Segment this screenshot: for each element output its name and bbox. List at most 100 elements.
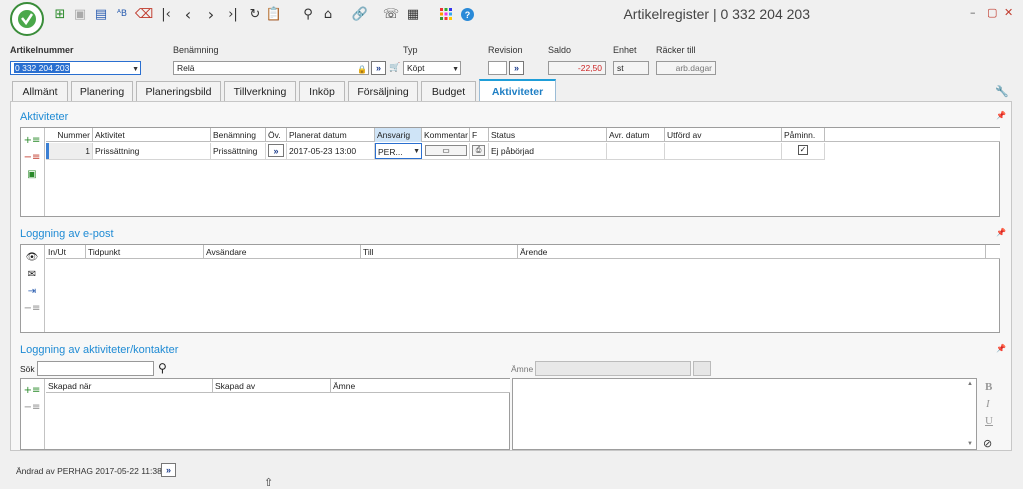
revision-field[interactable] (488, 61, 507, 75)
tab-forsaljning[interactable]: Försäljning (348, 81, 418, 101)
close-icon[interactable]: ✕ (1004, 6, 1013, 19)
tab-aktiviteter[interactable]: Aktiviteter (479, 79, 556, 102)
add-row-icon[interactable]: +≡ (24, 134, 41, 146)
col-amne[interactable]: Ämne (331, 379, 509, 393)
save-icon[interactable]: ▣ (72, 6, 88, 22)
add-row-icon[interactable]: +≡ (24, 384, 41, 396)
underline-button[interactable]: U (985, 415, 993, 427)
attachment-icon[interactable]: ⎙ (472, 145, 485, 156)
phone-icon[interactable]: ☏ (383, 6, 399, 22)
refresh-icon[interactable]: ↻ (247, 6, 263, 22)
col-aktivitet[interactable]: Aktivitet (93, 128, 211, 142)
next-icon[interactable]: › (203, 5, 219, 24)
col-ansvarig[interactable]: Ansvarig (375, 128, 422, 142)
col-avr-datum[interactable]: Avr. datum (607, 128, 665, 142)
maximize-icon[interactable]: ▢ (987, 6, 997, 19)
tab-budget[interactable]: Budget (421, 81, 476, 101)
remove-row-icon[interactable]: −≡ (24, 302, 41, 314)
pin-icon[interactable]: 📌 (996, 111, 1006, 120)
tab-inkop[interactable]: Inköp (299, 81, 345, 101)
col-planerat-datum[interactable]: Planerat datum (287, 128, 375, 142)
add-icon[interactable]: ⊞ (52, 6, 68, 22)
remove-row-icon[interactable]: −≡ (24, 151, 41, 163)
col-f[interactable]: F (470, 128, 489, 142)
col-avsandare[interactable]: Avsändare (204, 245, 361, 259)
amne-button[interactable] (693, 361, 711, 376)
first-record-icon[interactable]: |‹ (158, 6, 174, 22)
scroll-up-icon[interactable]: ▲ (967, 381, 973, 387)
col-in-ut[interactable]: In/Ut (46, 245, 86, 259)
paminn-checkbox[interactable]: ✓ (798, 145, 808, 155)
remove-row-icon[interactable]: −≡ (24, 401, 41, 413)
col-nummer[interactable]: Nummer (46, 128, 93, 142)
last-record-icon[interactable]: ›| (225, 6, 241, 22)
search-icon[interactable]: ⚲ (158, 361, 167, 375)
link-icon[interactable]: 🔗 (352, 6, 368, 22)
col-ov[interactable]: Öv. (266, 128, 287, 142)
col-skapad-av[interactable]: Skapad av (213, 379, 331, 393)
goto-button[interactable]: » (268, 144, 284, 157)
tab-planering[interactable]: Planering (71, 81, 133, 101)
tab-tillverkning[interactable]: Tillverkning (224, 81, 296, 101)
previous-icon[interactable]: ‹ (180, 5, 196, 24)
help-icon[interactable]: ? (459, 6, 475, 22)
benamning-field[interactable]: Relä 🔒 (173, 61, 369, 75)
save-as-icon[interactable]: ▤ (93, 6, 109, 22)
col-kommentar[interactable]: Kommentar (422, 128, 470, 142)
revision-goto-button[interactable]: » (509, 61, 524, 75)
cell-ov: » (266, 143, 287, 159)
minimize-icon[interactable]: – (970, 6, 976, 19)
racker-till-value: arb.dagar (656, 61, 716, 75)
kontakter-text-area[interactable]: ▲ ▼ (512, 378, 977, 450)
wrench-icon[interactable]: 🔧 (995, 85, 1009, 98)
col-paminn[interactable]: Påminn. (782, 128, 825, 142)
envelope-icon[interactable]: ✉ (25, 268, 39, 280)
amne-input[interactable] (535, 361, 691, 376)
col-tidpunkt[interactable]: Tidpunkt (86, 245, 204, 259)
chevron-down-icon[interactable]: ▼ (132, 64, 139, 74)
grid-menu-icon[interactable] (438, 6, 454, 22)
tab-planeringsbild[interactable]: Planeringsbild (136, 81, 221, 101)
chevron-down-icon[interactable]: ▼ (452, 64, 459, 74)
benamning-label: Benämning (173, 45, 219, 55)
eye-icon[interactable]: 👁 (25, 251, 39, 263)
cell-benamning[interactable]: Prissättning (211, 143, 266, 159)
home-icon[interactable]: ⌂ (320, 6, 336, 22)
col-benamning[interactable]: Benämning (211, 128, 266, 142)
kontakter-list-panel: +≡ −≡ Skapad när Skapad av Ämne (20, 378, 510, 450)
typ-select[interactable]: Köpt ▼ (403, 61, 461, 75)
bold-button[interactable]: B (985, 381, 992, 393)
col-status[interactable]: Status (489, 128, 607, 142)
search-icon[interactable]: ⚲ (300, 6, 316, 22)
clipboard-check-icon[interactable]: ▣ (25, 168, 39, 180)
cell-utford-av[interactable] (665, 143, 782, 159)
col-skapad-nar[interactable]: Skapad när (46, 379, 213, 393)
col-till[interactable]: Till (361, 245, 518, 259)
changed-by-goto-button[interactable]: » (161, 463, 176, 477)
cell-status[interactable]: Ej påbörjad (489, 143, 607, 159)
spellcheck-icon[interactable]: ᴬB (114, 6, 130, 22)
cell-planerat-datum[interactable]: 2017-05-23 13:00 (287, 143, 375, 159)
benamning-goto-button[interactable]: » (371, 61, 386, 75)
report-icon[interactable]: ▦ (405, 6, 421, 22)
import-icon[interactable]: ⇥ (25, 285, 39, 297)
scroll-down-icon[interactable]: ▼ (967, 441, 973, 447)
comment-icon[interactable]: ▭ (425, 145, 467, 156)
enhet-label: Enhet (613, 45, 637, 55)
cell-aktivitet[interactable]: Prissättning (93, 143, 211, 159)
paste-icon[interactable]: 📋 (266, 6, 282, 22)
expand-icon[interactable]: ⊘ (983, 437, 992, 450)
tab-allmant[interactable]: Allmänt (12, 81, 68, 101)
italic-button[interactable]: I (986, 398, 990, 410)
artikelnummer-field[interactable]: 0 332 204 203 ▼ (10, 61, 141, 75)
pin-icon[interactable]: 📌 (996, 344, 1006, 353)
cell-ansvarig[interactable]: PER... ▼ (375, 143, 422, 159)
sok-input[interactable] (37, 361, 154, 376)
delete-icon[interactable]: ⌫ (135, 6, 153, 22)
col-utford-av[interactable]: Utförd av (665, 128, 782, 142)
cell-avr-datum[interactable] (607, 143, 665, 159)
col-arende[interactable]: Ärende (518, 245, 986, 259)
pin-icon[interactable]: 📌 (996, 228, 1006, 237)
chevron-down-icon[interactable]: ▼ (413, 147, 420, 157)
table-row[interactable]: 1 Prissättning Prissättning » 2017-05-23… (46, 143, 825, 160)
